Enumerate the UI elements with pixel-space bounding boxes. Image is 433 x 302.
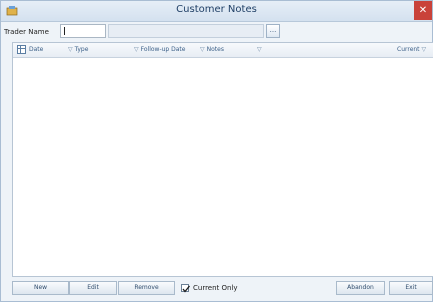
- trader-name-display: [108, 24, 264, 38]
- filter-icon[interactable]: ▽: [422, 46, 427, 53]
- edit-button[interactable]: Edit: [69, 281, 117, 295]
- new-button[interactable]: New: [12, 281, 69, 295]
- grid-settings-icon[interactable]: [17, 45, 26, 54]
- trader-lookup-button[interactable]: ...: [266, 24, 280, 38]
- current-only-checkbox[interactable]: [181, 284, 191, 293]
- filter-icon[interactable]: ▽: [134, 46, 139, 53]
- checkmark-icon: [182, 285, 191, 293]
- window-title: Customer Notes: [176, 4, 257, 15]
- trader-name-label: Trader Name: [4, 28, 49, 36]
- text-caret: [64, 27, 65, 35]
- filter-icon[interactable]: ▽: [68, 46, 73, 53]
- trader-code-input[interactable]: [60, 24, 106, 38]
- remove-button[interactable]: Remove: [118, 281, 175, 295]
- column-header-current[interactable]: Current ▽: [397, 46, 428, 53]
- column-header-follow-up-date[interactable]: ▽ Follow-up Date: [134, 46, 185, 53]
- abandon-button[interactable]: Abandon: [336, 281, 385, 295]
- column-header-type[interactable]: ▽ Type: [68, 46, 88, 53]
- notes-grid[interactable]: Date ▽ Type ▽ Follow-up Date ▽ Notes ▽ Curr…: [12, 42, 433, 277]
- customer-notes-window: Customer Notes ✕ Trader Name ... Date ▽ T…: [0, 0, 433, 302]
- column-header-date[interactable]: Date: [29, 46, 43, 53]
- column-header-notes[interactable]: ▽ Notes: [200, 46, 224, 53]
- exit-button[interactable]: Exit: [389, 281, 433, 295]
- current-only-label: Current Only: [193, 284, 238, 292]
- close-button[interactable]: ✕: [414, 1, 432, 20]
- footer-toolbar: New Edit Remove Current Only Abandon Exi…: [12, 281, 433, 297]
- filter-icon[interactable]: ▽: [200, 46, 205, 53]
- filter-icon-notes[interactable]: ▽: [257, 46, 264, 53]
- title-bar: Customer Notes ✕: [1, 1, 432, 22]
- grid-header: Date ▽ Type ▽ Follow-up Date ▽ Notes ▽ Curr…: [13, 43, 433, 58]
